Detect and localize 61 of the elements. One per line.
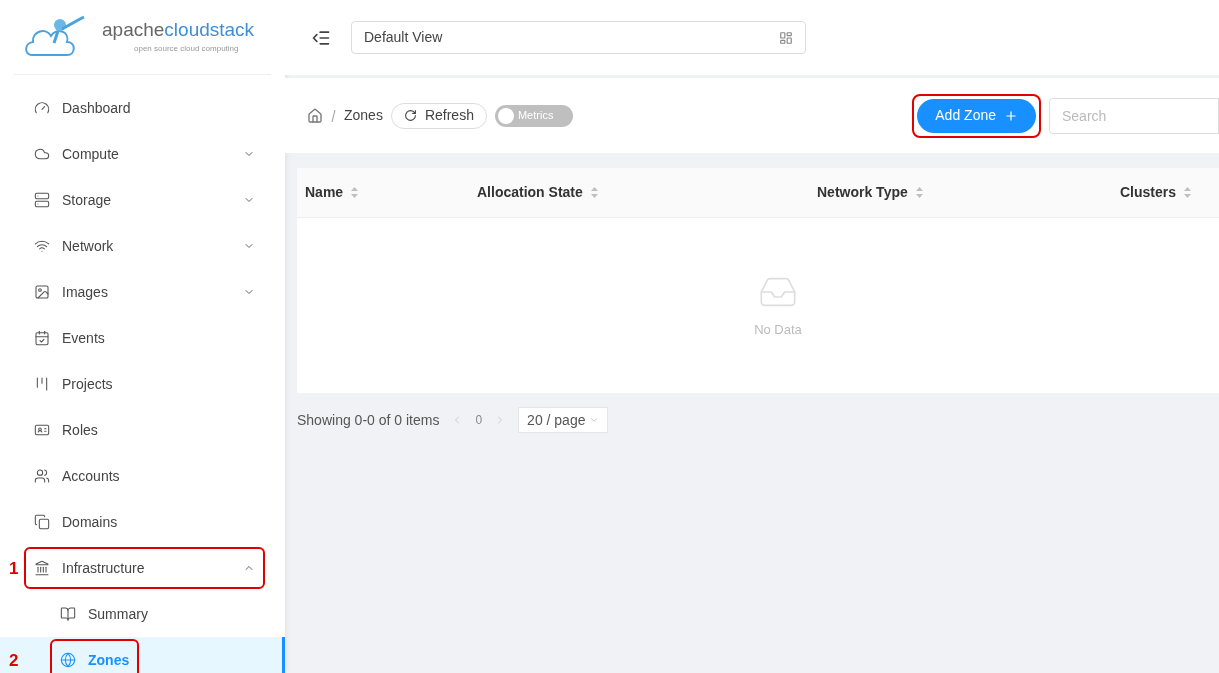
- sidebar-item[interactable]: Compute: [0, 131, 285, 177]
- bank-icon: [34, 560, 50, 576]
- step-number: 2: [9, 651, 19, 669]
- search-field[interactable]: Search: [1049, 97, 1219, 134]
- sidebar-item[interactable]: Network: [0, 223, 285, 269]
- logo-tagline: open source cloud computing: [133, 42, 240, 55]
- chevron-down-icon: [589, 415, 600, 425]
- view-select[interactable]: Default View: [351, 21, 806, 54]
- logo-text: apachecloudstack: [102, 18, 255, 40]
- column-title: Clusters: [1120, 183, 1177, 202]
- book-icon: [60, 606, 76, 622]
- page-size-select[interactable]: 20 / page: [518, 407, 609, 433]
- board-icon: [34, 376, 50, 392]
- sidebar-item[interactable]: Summary: [0, 591, 285, 637]
- globe-icon: [60, 652, 76, 668]
- pagination-summary: Showing 0-0 of 0 items: [297, 410, 440, 430]
- layout-icon: [779, 30, 793, 45]
- sidebar-item[interactable]: Storage: [0, 177, 285, 223]
- sidebar-item[interactable]: Projects: [0, 361, 285, 407]
- breadcrumb-separator: [331, 109, 336, 122]
- sort-icon: [590, 187, 598, 198]
- column-title: Name: [305, 183, 344, 202]
- item-label: Events: [62, 328, 105, 348]
- item-label: Roles: [62, 420, 98, 440]
- item-label: Accounts: [62, 466, 120, 486]
- plus-icon: [1004, 108, 1018, 123]
- item-label: Domains: [62, 512, 118, 532]
- users-icon: [34, 468, 50, 484]
- item-label: Summary: [88, 604, 148, 624]
- item-label: Storage: [62, 190, 113, 210]
- cloud-icon: [34, 146, 50, 162]
- item-label: Zones: [88, 650, 130, 670]
- item-label: Images: [62, 282, 109, 302]
- breadcrumb-current: Zones: [344, 106, 383, 125]
- item-label: Projects: [62, 374, 113, 394]
- storage-icon: [34, 192, 50, 208]
- sidebar-item[interactable]: Events: [0, 315, 285, 361]
- sort-icon: [1184, 187, 1192, 198]
- sidebar-item[interactable]: Accounts: [0, 453, 285, 499]
- home-icon[interactable]: [307, 107, 323, 124]
- id-card-icon: [34, 422, 50, 438]
- layers-icon: [34, 514, 50, 530]
- image-icon: [34, 284, 50, 300]
- sidebar-item[interactable]: Images: [0, 269, 285, 315]
- column-title: Allocation State: [477, 183, 583, 202]
- sidebar-item[interactable]: Domains: [0, 499, 285, 545]
- sort-icon: [915, 187, 923, 198]
- item-label: Network: [62, 236, 115, 256]
- wifi-icon: [34, 238, 50, 254]
- column-title: Network Type: [817, 183, 908, 202]
- item-label: Infrastructure: [62, 558, 146, 578]
- refresh-icon: [403, 109, 417, 122]
- sort-icon: [351, 187, 359, 198]
- item-label: Dashboard: [62, 98, 131, 118]
- sidebar-item[interactable]: Dashboard: [0, 85, 285, 131]
- gauge-icon: [34, 100, 50, 116]
- sidebar-item[interactable]: Roles: [0, 407, 285, 453]
- empty-text: No Data: [754, 320, 802, 339]
- item-label: Compute: [62, 144, 120, 164]
- step-number: 1: [9, 559, 19, 577]
- calendar-icon: [34, 330, 50, 346]
